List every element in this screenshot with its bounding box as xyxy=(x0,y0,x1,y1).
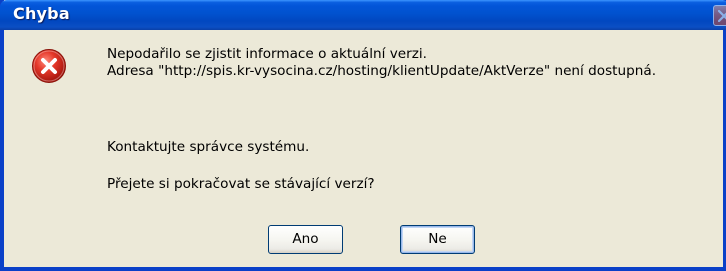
contact-text: Kontaktujte správce systému. xyxy=(107,139,310,155)
error-icon xyxy=(31,48,67,84)
message-line-1: Nepodařilo se zjistit informace o aktuál… xyxy=(107,46,427,62)
close-icon xyxy=(718,10,726,22)
title-bar[interactable]: Chyba xyxy=(0,0,726,30)
error-message: Nepodařilo se zjistit informace o aktuál… xyxy=(107,46,726,80)
question-text: Přejete si pokračovat se stávající verzí… xyxy=(107,176,375,192)
message-line-2: Adresa "http://spis.kr-vysocina.cz/hosti… xyxy=(107,63,657,79)
close-button[interactable] xyxy=(713,5,726,26)
error-dialog: Chyba Nepodařilo se zjistit informace o … xyxy=(0,0,726,271)
dialog-title: Chyba xyxy=(13,4,70,23)
no-button[interactable]: Ne xyxy=(400,225,475,254)
yes-button[interactable]: Ano xyxy=(268,225,343,254)
